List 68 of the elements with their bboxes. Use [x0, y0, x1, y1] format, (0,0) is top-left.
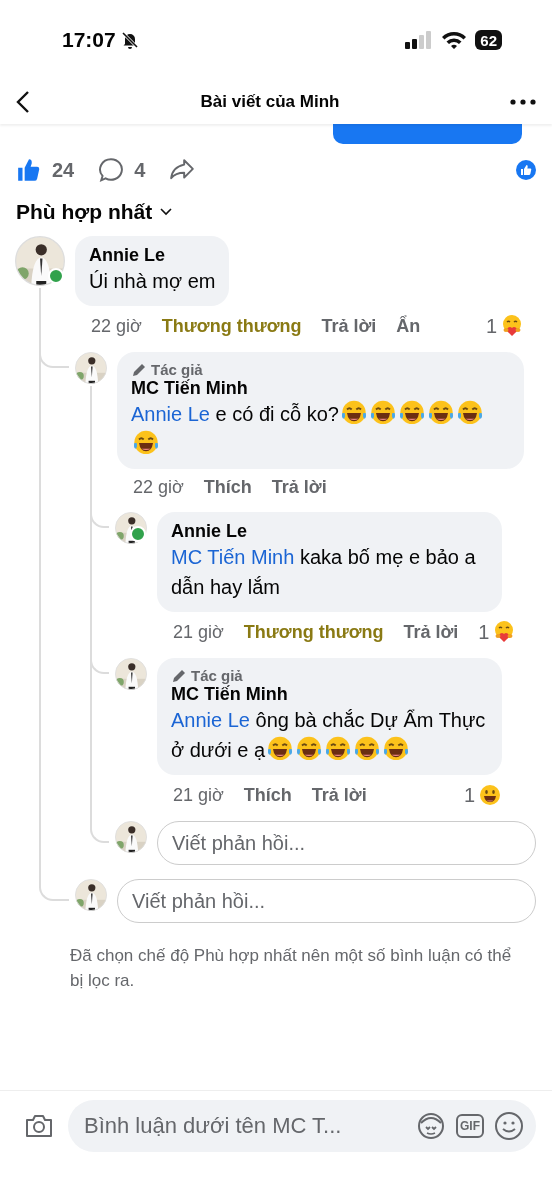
laughing-face-icon [132, 429, 160, 457]
hide-button[interactable]: Ẩn [396, 315, 421, 337]
like-count: 24 [52, 158, 75, 182]
page-title: Bài viết của Minh [200, 92, 340, 112]
author-name[interactable]: Annie Le [89, 245, 216, 266]
reaction-count: 1 [463, 783, 475, 807]
sort-dropdown[interactable]: Phù hợp nhất [0, 188, 189, 232]
pencil-icon [171, 667, 187, 684]
comment-text: Annie Le e có đi cỗ ko? [131, 399, 510, 459]
reply-button[interactable]: Trả lời [311, 784, 367, 806]
emoji-button[interactable] [494, 1111, 524, 1141]
reaction-button[interactable]: Thương thương [161, 315, 302, 337]
comment-text: Úi nhà mợ em [89, 269, 216, 294]
signal-icon [405, 31, 434, 49]
comment-time: 21 giờ [173, 784, 224, 806]
comment-time: 22 giờ [91, 315, 142, 337]
mention-link[interactable]: MC Tiến Minh [171, 546, 295, 568]
thumbs-up-icon[interactable] [16, 157, 42, 183]
comment-text: Annie Le ông bà chắc Dự Ẩm Thực ở dưới e ạ [171, 708, 487, 765]
laughing-face-icon [397, 399, 426, 427]
laughing-face-icon [353, 735, 382, 763]
reply-button[interactable]: Trả lời [271, 477, 327, 498]
hugging-heart-face-icon [500, 314, 524, 338]
comment-text: MC Tiến Minh kaka bố mẹ e bảo a dẫn hay lắm [171, 545, 477, 600]
like-reaction-icon [516, 160, 536, 180]
clock-time: 17:07 [62, 28, 116, 52]
mention-link[interactable]: Annie Le [171, 709, 250, 731]
more-button[interactable] [510, 99, 536, 105]
mention-link[interactable]: Annie Le [131, 403, 210, 425]
pencil-icon [131, 361, 147, 378]
laughing-face-icon [324, 735, 353, 763]
reaction-button[interactable]: Thích [243, 784, 292, 806]
laughing-face-icon [455, 399, 484, 427]
gif-button[interactable]: GIF [456, 1114, 484, 1138]
camera-button[interactable] [24, 1113, 54, 1139]
comment-field[interactable]: Bình luận dưới tên MC T... GIF [68, 1100, 536, 1152]
laughing-face-icon [368, 399, 397, 427]
reply-field[interactable]: Viết phản hồi... [157, 821, 536, 865]
comment-icon[interactable] [98, 157, 125, 183]
laughing-face-icon [426, 399, 455, 427]
grinning-face-icon [478, 783, 502, 807]
author-name[interactable]: Annie Le [171, 521, 488, 542]
reply-field[interactable]: Viết phản hồi... [117, 879, 536, 923]
laughing-face-icon [339, 399, 368, 427]
reaction-button[interactable]: Thích [203, 477, 252, 498]
comment-count: 4 [134, 158, 146, 182]
thread-connector [90, 807, 109, 843]
thread-connector [39, 865, 69, 901]
avatar-sticker-button[interactable] [416, 1111, 446, 1141]
filter-note: Đã chọn chế độ Phù hợp nhất nên một số bình luận có thể bị lọc ra. [70, 945, 512, 992]
reply-button[interactable]: Trả lời [321, 315, 377, 337]
reply-button[interactable]: Trả lời [403, 621, 459, 643]
comment-time: 22 giờ [133, 477, 184, 498]
comment-time: 21 giờ [173, 621, 224, 643]
chevron-down-icon [160, 208, 173, 216]
reaction-button[interactable]: Thương thương [243, 621, 384, 643]
author-label: Tác giả [191, 667, 243, 684]
laughing-face-icon [266, 735, 295, 763]
laughing-face-icon [382, 735, 411, 763]
wifi-icon [441, 31, 468, 49]
battery-level: 62 [475, 30, 502, 50]
back-button[interactable] [16, 90, 30, 114]
reaction-count: 1 [485, 314, 497, 338]
author-name[interactable]: MC Tiến Minh [171, 684, 488, 705]
laughing-face-icon [295, 735, 324, 763]
author-label: Tác giả [151, 361, 203, 378]
author-name[interactable]: MC Tiến Minh [131, 378, 510, 399]
reaction-count: 1 [478, 620, 490, 644]
